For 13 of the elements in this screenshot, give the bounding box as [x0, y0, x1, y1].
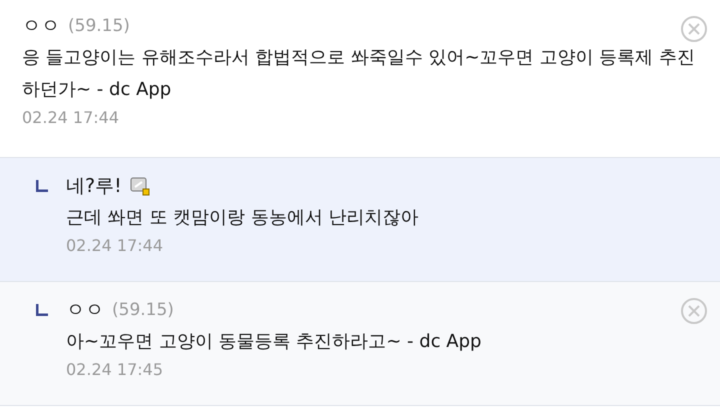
comment-text: 근데 쏴면 또 캣맘이랑 동농에서 난리치잖아: [66, 206, 420, 230]
comment-text: 응 들고양이는 유해조수라서 합법적으로 쏴죽일수 있어~꼬우면 고양이 등록제 추진하던가~ - dc App: [22, 46, 696, 102]
timestamp: 02.24 17:44: [22, 108, 120, 127]
comment-text: 아~꼬우면 고양이 동물등록 추진하라고~ - dc App: [66, 330, 482, 354]
ip-address: (59.15): [112, 300, 174, 320]
close-icon[interactable]: [680, 15, 708, 43]
timestamp: 02.24 17:45: [66, 360, 164, 379]
nickname: 네?루!: [66, 174, 122, 199]
nickname: ㅇㅇ: [22, 14, 60, 39]
ip-address: (59.15): [68, 16, 130, 36]
nickname: ㅇㅇ: [66, 298, 104, 323]
close-icon[interactable]: [680, 297, 708, 325]
timestamp: 02.24 17:44: [66, 236, 164, 255]
